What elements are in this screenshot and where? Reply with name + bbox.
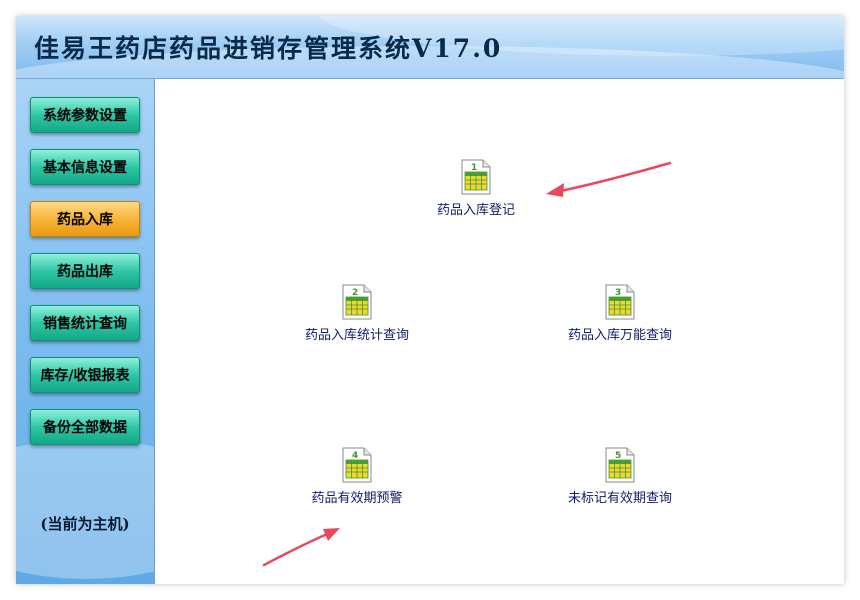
svg-text:3: 3 — [615, 288, 621, 298]
spreadsheet-document-icon: 5 — [605, 447, 635, 483]
spreadsheet-document-icon: 3 — [605, 284, 635, 320]
svg-text:2: 2 — [352, 288, 358, 298]
annotation-arrow-icon — [546, 161, 672, 197]
annotation-arrow-icon — [262, 528, 340, 567]
tile-expiry-warning[interactable]: 4 药品有效期预警 — [282, 447, 432, 506]
nav-system-params-button[interactable]: 系统参数设置 — [30, 97, 140, 133]
nav-stock-out-button[interactable]: 药品出库 — [30, 253, 140, 289]
tile-stock-in-universal-query[interactable]: 3 药品入库万能查询 — [545, 284, 695, 343]
tile-label: 未标记有效期查询 — [567, 491, 672, 506]
nav-inventory-report-button[interactable]: 库存/收银报表 — [30, 357, 140, 393]
spreadsheet-document-icon: 1 — [461, 159, 491, 195]
spreadsheet-document-icon: 2 — [342, 284, 372, 320]
tile-stock-in-stats[interactable]: 2 药品入库统计查询 — [282, 284, 432, 343]
title-bar: 佳易王药店药品进销存管理系统V17.0 — [16, 16, 844, 79]
host-status: (当前为主机) — [40, 515, 130, 533]
tile-stock-in-register[interactable]: 1 药品入库登记 — [401, 159, 551, 218]
app-title: 佳易王药店药品进销存管理系统V17.0 — [34, 34, 503, 63]
tile-label: 药品入库万能查询 — [567, 328, 672, 343]
main-panel: 1 药品入库登记 2 药品入库统计查询 3 药品入库万能查询 4 药品有效期预警… — [155, 79, 844, 584]
tile-label: 药品入库统计查询 — [304, 328, 409, 343]
app-window: 佳易王药店药品进销存管理系统V17.0 系统参数设置 基本信息设置 药品入库 药… — [16, 16, 844, 584]
tile-unmarked-expiry-query[interactable]: 5 未标记有效期查询 — [545, 447, 695, 506]
svg-text:5: 5 — [615, 451, 621, 461]
spreadsheet-document-icon: 4 — [342, 447, 372, 483]
tile-label: 药品有效期预警 — [311, 491, 403, 506]
sidebar: 系统参数设置 基本信息设置 药品入库 药品出库 销售统计查询 库存/收银报表 备… — [16, 79, 155, 584]
tile-label: 药品入库登记 — [436, 203, 515, 218]
svg-text:1: 1 — [471, 163, 477, 173]
nav-stock-in-button[interactable]: 药品入库 — [30, 201, 140, 237]
svg-text:4: 4 — [352, 451, 358, 461]
nav-basic-info-button[interactable]: 基本信息设置 — [30, 149, 140, 185]
nav-sales-stats-button[interactable]: 销售统计查询 — [30, 305, 140, 341]
nav-backup-button[interactable]: 备份全部数据 — [30, 409, 140, 445]
